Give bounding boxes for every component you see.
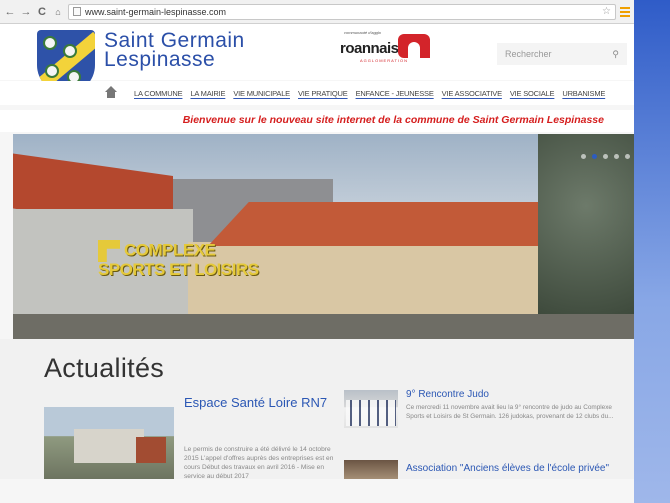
- news-section-title: Actualités: [44, 353, 165, 383]
- roannais-logo-mark: [398, 34, 430, 58]
- nav-item-la-mairie[interactable]: LA MAIRIE: [186, 89, 229, 98]
- welcome-banner: Bienvenue sur le nouveau site internet d…: [0, 110, 634, 132]
- search-input[interactable]: Rechercher ⚲: [497, 43, 627, 65]
- search-icon[interactable]: ⚲: [612, 49, 619, 60]
- news-item-title[interactable]: 9° Rencontre Judo: [406, 389, 489, 400]
- complex-logo-icon: [98, 240, 120, 262]
- site-title-line2: Lespinasse: [104, 48, 216, 71]
- address-bar[interactable]: www.saint-germain-lespinasse.com ☆: [68, 3, 616, 20]
- home-icon[interactable]: [104, 86, 118, 100]
- roannais-agglomeration-logo[interactable]: communauté d'agglo roannais AGGLOMERATIO…: [340, 30, 436, 66]
- news-item-text: Ce mercredi 11 novembre avait lieu la 9°…: [406, 404, 614, 420]
- news-thumbnail[interactable]: [44, 407, 174, 479]
- web-page: Saint Germain Lespinasse communauté d'ag…: [0, 24, 634, 503]
- nav-item-vie-associative[interactable]: VIE ASSOCIATIVE: [438, 89, 506, 98]
- news-section: Actualités Espace Santé Loire RN7 Le per…: [0, 339, 634, 480]
- nav-item-vie-municipale[interactable]: VIE MUNICIPALE: [229, 89, 294, 98]
- browser-menu-icon[interactable]: [620, 6, 630, 17]
- slider-dot[interactable]: [603, 154, 608, 159]
- reload-icon[interactable]: C: [36, 6, 48, 18]
- nav-item-vie-pratique[interactable]: VIE PRATIQUE: [294, 89, 352, 98]
- news-thumbnail[interactable]: [344, 390, 398, 428]
- news-item-title[interactable]: Association "Anciens élèves de l'école p…: [406, 461, 626, 476]
- news-thumbnail[interactable]: [344, 460, 398, 479]
- nav-item-vie-sociale[interactable]: VIE SOCIALE: [506, 89, 559, 98]
- nav-item-la-commune[interactable]: LA COMMUNE: [130, 89, 186, 98]
- slider-dot[interactable]: [614, 154, 619, 159]
- forward-icon[interactable]: →: [20, 6, 32, 18]
- news-item-text: Le permis de construire a été délivré le…: [184, 446, 334, 480]
- nav-item-enfance-jeunesse[interactable]: ENFANCE - JEUNESSE: [352, 89, 438, 98]
- slider-dot-active[interactable]: [592, 154, 597, 159]
- news-item-title[interactable]: Espace Santé Loire RN7: [184, 394, 334, 411]
- desktop-background: [634, 0, 670, 503]
- hero-sign: COMPLEXE SPORTS ET LOISIRS: [98, 240, 259, 279]
- page-icon: [73, 7, 81, 16]
- url-text: www.saint-germain-lespinasse.com: [85, 6, 227, 17]
- slider-dot[interactable]: [625, 154, 630, 159]
- bookmark-star-icon[interactable]: ☆: [602, 6, 611, 17]
- browser-window: ← → C ⌂ www.saint-germain-lespinasse.com…: [0, 0, 634, 503]
- site-title[interactable]: Saint Germain Lespinasse: [104, 30, 245, 71]
- hero-slider[interactable]: COMPLEXE SPORTS ET LOISIRS: [13, 134, 634, 339]
- slider-dot[interactable]: [581, 154, 586, 159]
- home-button-icon[interactable]: ⌂: [52, 7, 64, 17]
- main-navigation: LA COMMUNE LA MAIRIE VIE MUNICIPALE VIE …: [0, 81, 634, 105]
- nav-item-urbanisme[interactable]: URBANISME: [558, 89, 609, 98]
- browser-toolbar: ← → C ⌂ www.saint-germain-lespinasse.com…: [0, 0, 634, 24]
- back-icon[interactable]: ←: [4, 6, 16, 18]
- slider-dots: [581, 154, 630, 159]
